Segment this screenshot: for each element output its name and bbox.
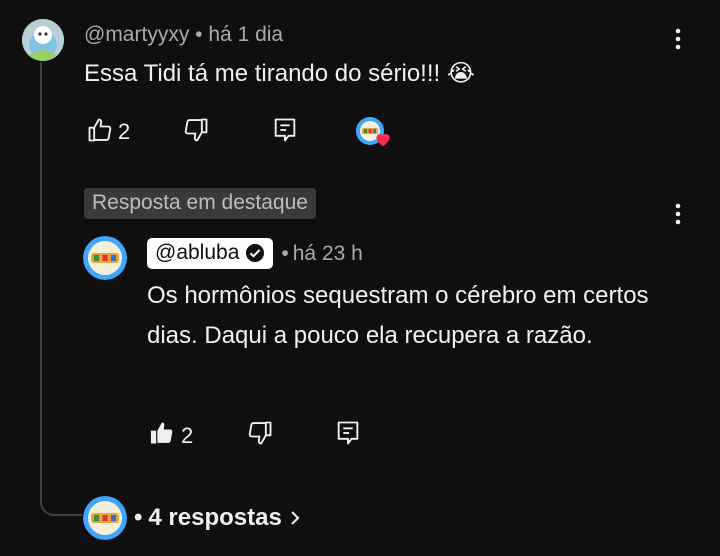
comment-like-button[interactable] [86, 116, 114, 144]
meta-separator: • [195, 23, 203, 46]
comment-like-count: 2 [118, 119, 131, 144]
view-replies-link[interactable]: • 4 respostas [134, 504, 302, 532]
comment-time: há 1 dia [208, 23, 284, 46]
thumbs-down-icon [248, 421, 272, 445]
thread-connector-line [40, 62, 82, 516]
verified-check-icon [245, 243, 265, 263]
thumbs-up-filled-icon [150, 422, 173, 444]
replies-separator: • [134, 504, 143, 531]
crying-emoji: 😭 [446, 60, 475, 87]
comment-reply-button[interactable] [271, 116, 299, 144]
featured-reply-badge: Resposta em destaque [84, 188, 316, 219]
replies-count-label: 4 respostas [148, 504, 282, 531]
comment-menu-button[interactable] [668, 26, 688, 52]
reply-comment-icon [274, 118, 296, 142]
chevron-right-icon [288, 508, 302, 528]
reply-comment-icon [337, 421, 359, 445]
comment-text: Essa Tidi tá me tirando do sério!!! 😭 [84, 60, 475, 89]
channel-logo-icon [83, 236, 127, 280]
channel-logo-icon [83, 496, 127, 540]
reply-time: há 23 h [292, 241, 363, 265]
replies-avatar [83, 496, 127, 540]
reply-author-handle[interactable]: @abluba [147, 238, 274, 269]
kebab-menu-icon [675, 203, 681, 225]
kebab-menu-icon [675, 28, 681, 50]
comment-author[interactable]: @martyyxy [84, 23, 189, 46]
comment-text-body: Essa Tidi tá me tirando do sério!!! [84, 60, 441, 87]
thumbs-down-icon [184, 118, 208, 142]
comment-meta: @martyyxy • há 1 dia [84, 23, 283, 47]
thumbs-up-icon [88, 118, 112, 142]
reply-text: Os hormônios sequestram o cérebro em cer… [147, 282, 649, 349]
reply-like-count: 2 [181, 423, 194, 448]
reply-reply-button[interactable] [334, 419, 362, 447]
reply-meta: @abluba • há 23 h [147, 238, 363, 269]
reply-menu-button[interactable] [668, 201, 688, 227]
heart-icon [374, 131, 392, 147]
reply-author-name: @abluba [155, 241, 240, 264]
meta-separator: • [281, 241, 289, 265]
reply-dislike-button[interactable] [246, 419, 274, 447]
reply-like-button[interactable] [148, 419, 176, 447]
reply-author-avatar[interactable] [83, 236, 127, 280]
commenter-avatar[interactable] [22, 19, 64, 61]
comment-dislike-button[interactable] [182, 116, 210, 144]
commenter-avatar-image [22, 19, 64, 61]
